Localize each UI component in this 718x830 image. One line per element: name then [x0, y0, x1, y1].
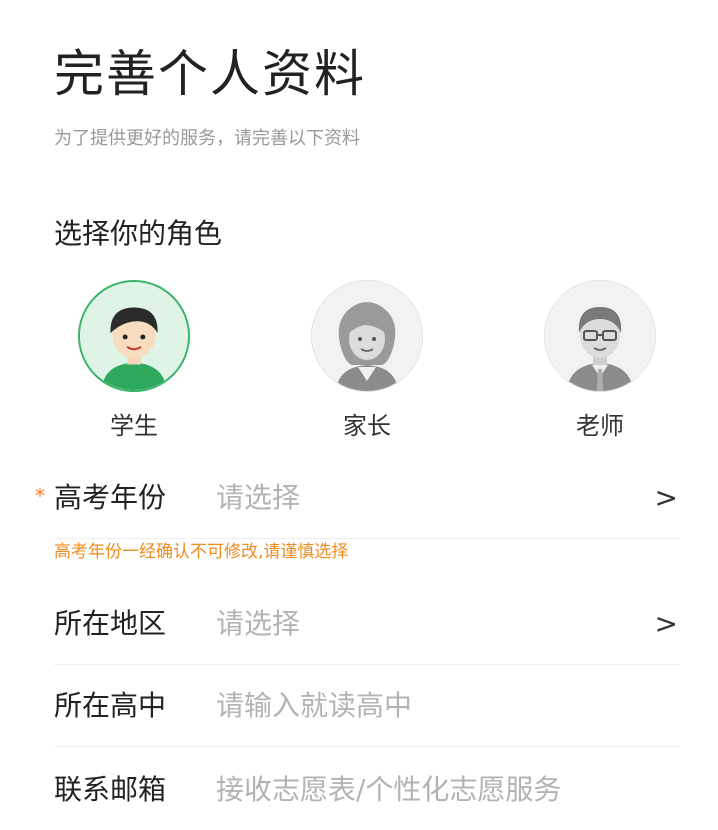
role-section-title: 选择你的角色: [54, 217, 223, 250]
region-row[interactable]: 所在地区 请选择 >: [54, 584, 680, 665]
role-option-teacher[interactable]: 老师: [544, 280, 656, 441]
email-label: 联系邮箱: [54, 773, 167, 806]
gaokao-year-label: 高考年份: [54, 481, 167, 514]
school-label: 所在高中: [54, 689, 167, 722]
gaokao-year-row[interactable]: 高考年份 请选择 >: [54, 458, 680, 539]
gaokao-year-hint: 高考年份一经确认不可修改,请谨慎选择: [54, 542, 349, 562]
region-label: 所在地区: [54, 607, 167, 640]
email-row: 联系邮箱: [54, 750, 680, 830]
email-input[interactable]: [216, 750, 640, 830]
parent-avatar-icon: [311, 280, 423, 392]
role-label-student: 学生: [110, 412, 158, 440]
role-label-teacher: 老师: [576, 412, 624, 440]
role-label-parent: 家长: [343, 412, 391, 440]
student-avatar-icon: [78, 280, 190, 392]
school-input[interactable]: [216, 666, 640, 746]
school-row: 所在高中: [54, 666, 680, 747]
chevron-right-icon: >: [654, 481, 678, 514]
teacher-avatar-icon: [544, 280, 656, 392]
role-option-student[interactable]: 学生: [78, 280, 190, 441]
chevron-right-icon: >: [654, 607, 678, 640]
page-title: 完善个人资料: [54, 45, 366, 103]
region-select[interactable]: 请选择: [216, 584, 640, 664]
role-option-parent[interactable]: 家长: [311, 280, 423, 441]
page-subtitle: 为了提供更好的服务，请完善以下资料: [54, 128, 360, 149]
gaokao-year-select[interactable]: 请选择: [216, 458, 640, 538]
required-mark: *: [35, 484, 45, 508]
